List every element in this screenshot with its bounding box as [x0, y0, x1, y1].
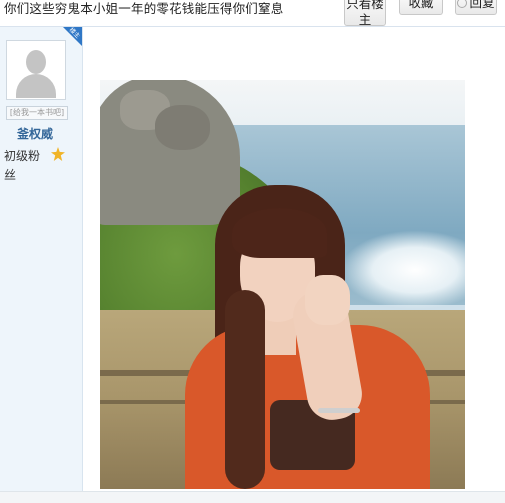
user-tag: [给我一本书吧]	[6, 106, 68, 120]
user-level: 初级粉丝	[2, 145, 68, 185]
avatar-body-icon	[16, 74, 56, 98]
star-badge-icon	[51, 147, 65, 161]
op-badge: 楼主	[67, 26, 82, 40]
thread-title: 你们这些穷鬼本小姐一年的零花钱能压得你们窒息	[4, 1, 284, 16]
thread-header: 你们这些穷鬼本小姐一年的零花钱能压得你们窒息 只看楼主 收藏 回复	[0, 0, 505, 27]
photo-bracelet	[318, 408, 360, 413]
photo-bangs	[232, 208, 327, 258]
reply-label: 回复	[469, 0, 495, 10]
username-link[interactable]: 釜权威	[0, 125, 70, 142]
photo-hand	[305, 275, 350, 325]
reply-button[interactable]: 回复	[455, 0, 497, 15]
photo-hair-front	[225, 290, 265, 489]
post-image[interactable]	[100, 80, 465, 489]
photo-surf	[340, 230, 465, 310]
only-op-button[interactable]: 只看楼主	[344, 0, 386, 27]
user-sidebar: 楼主 [给我一本书吧] 釜权威 初级粉丝	[0, 27, 83, 502]
avatar[interactable]	[6, 40, 66, 100]
page-bottom-edge	[0, 491, 505, 503]
avatar-head-icon	[26, 50, 46, 74]
level-label: 初级粉丝	[4, 149, 41, 182]
reply-icon	[457, 0, 468, 8]
favorite-button[interactable]: 收藏	[399, 0, 443, 15]
photo-rock	[155, 105, 210, 150]
